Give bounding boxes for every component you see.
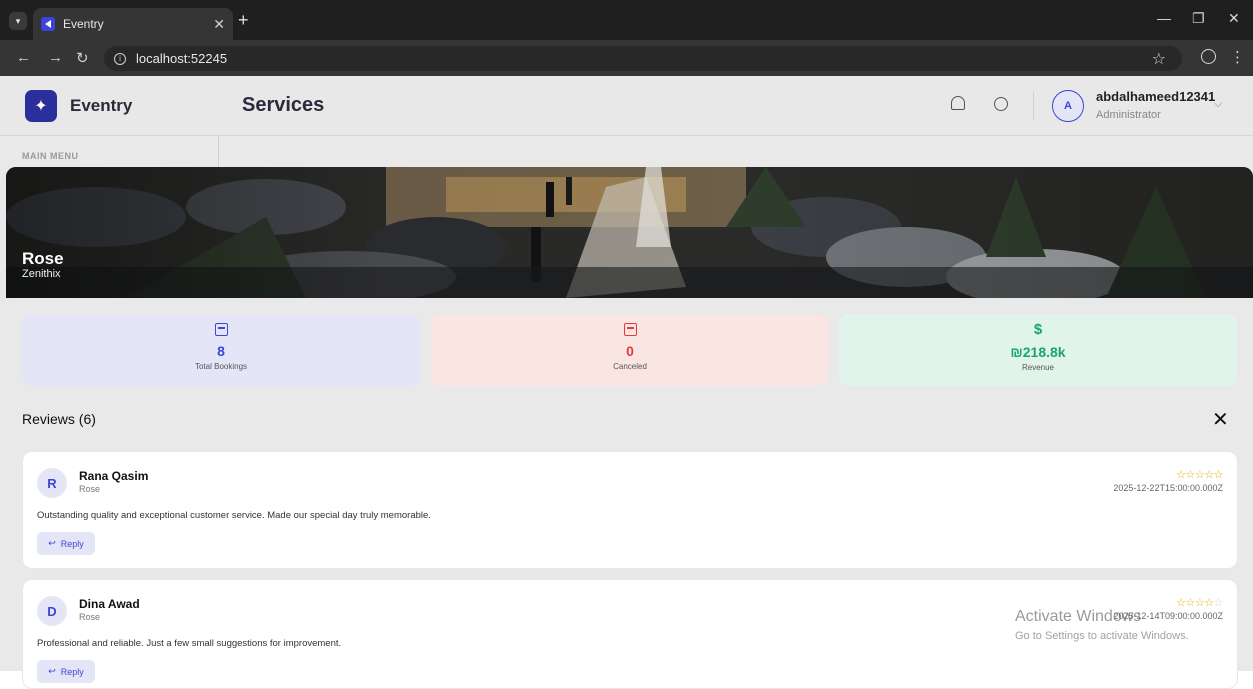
calendar-x-icon <box>623 323 637 336</box>
logo-text: Eventry <box>70 96 133 115</box>
rating-stars-icon: ☆☆☆☆☆ <box>1176 596 1223 609</box>
site-info-icon[interactable]: i <box>114 52 126 65</box>
service-name: Rose <box>22 249 64 268</box>
browser-tab-bar: ▾ Eventry ✕ + — ❐ ✕ <box>0 0 1253 40</box>
browser-tab[interactable]: Eventry ✕ <box>33 8 233 40</box>
stat-value: 8 <box>217 343 225 359</box>
calendar-check-icon <box>214 323 228 336</box>
eventry-favicon-icon <box>41 17 55 31</box>
close-icon[interactable]: ✕ <box>1212 407 1229 432</box>
header-divider <box>1033 92 1034 120</box>
hero-overlay <box>6 167 1253 298</box>
activate-windows-subtitle: Go to Settings to activate Windows. <box>1015 630 1189 642</box>
user-avatar[interactable]: A <box>1052 90 1084 122</box>
browser-menu-icon[interactable]: ⋮ <box>1230 48 1245 66</box>
user-name[interactable]: abdalhameed12341 <box>1096 89 1215 104</box>
stat-value: 0 <box>626 343 634 359</box>
review-text: Outstanding quality and exceptional cust… <box>37 510 431 521</box>
reply-button[interactable]: ↩ Reply <box>37 532 95 555</box>
reply-arrow-icon: ↩ <box>48 666 56 676</box>
stat-total-bookings: 8 Total Bookings <box>22 314 420 386</box>
reviews-title: Reviews (6) <box>22 411 96 427</box>
main-menu-label: MAIN MENU <box>22 151 79 161</box>
stat-canceled: 0 Canceled <box>431 314 829 386</box>
minimize-icon[interactable]: — <box>1157 10 1171 26</box>
reviewer-name: Rana Qasim <box>79 469 149 483</box>
stat-value: ₪218.8k <box>1010 344 1066 360</box>
review-text: Professional and reliable. Just a few sm… <box>37 638 342 649</box>
stat-label: Total Bookings <box>194 362 248 371</box>
reviewer-avatar: D <box>37 596 67 626</box>
dollar-icon: $ <box>1033 321 1043 338</box>
tab-search-icon[interactable]: ▾ <box>9 12 27 30</box>
service-hero-image: Rose Zenithix <box>6 167 1253 298</box>
page-title: Services <box>242 94 325 116</box>
tab-title: Eventry <box>63 17 104 31</box>
new-tab-icon[interactable]: + <box>238 10 249 31</box>
review-service: Rose <box>79 612 101 622</box>
profile-icon[interactable] <box>1201 49 1216 64</box>
address-bar[interactable]: i localhost:52245 ☆ <box>104 46 1182 71</box>
reviewer-name: Dina Awad <box>79 597 140 611</box>
browser-toolbar: ← → ↻ i localhost:52245 ☆ ⋮ <box>0 40 1253 76</box>
review-card: R Rana Qasim Rose ☆☆☆☆☆ 2025-12-22T15:00… <box>22 451 1238 569</box>
url-text: localhost:52245 <box>136 51 228 66</box>
stat-revenue: $ ₪218.8k Revenue <box>839 314 1237 386</box>
restore-icon[interactable]: ❐ <box>1192 10 1205 27</box>
app-header: ✦ Eventry Services A abdalhameed12341 Ad… <box>0 76 1253 136</box>
reply-arrow-icon: ↩ <box>48 538 56 548</box>
reply-label: Reply <box>60 538 84 549</box>
chat-icon[interactable] <box>994 97 1008 111</box>
reply-button[interactable]: ↩ Reply <box>37 660 95 683</box>
stat-label: Canceled <box>613 362 647 371</box>
rating-stars-icon: ☆☆☆☆☆ <box>1176 468 1223 481</box>
stars-filled: ☆☆☆☆ <box>1176 597 1214 609</box>
user-role: Administrator <box>1096 109 1161 121</box>
vendor-name: Zenithix <box>22 268 61 280</box>
chevron-down-icon[interactable]: ⌵ <box>1214 98 1222 111</box>
reviewer-avatar: R <box>37 468 67 498</box>
stars-empty: ☆ <box>1213 597 1224 609</box>
reload-icon[interactable]: ↻ <box>76 49 89 67</box>
bookmark-star-icon[interactable]: ☆ <box>1152 49 1166 69</box>
tab-close-icon[interactable]: ✕ <box>213 16 225 33</box>
reply-label: Reply <box>60 666 84 677</box>
forward-icon[interactable]: → <box>48 49 63 66</box>
eventry-logo-icon: ✦ <box>25 90 57 122</box>
back-icon[interactable]: ← <box>16 49 31 66</box>
notification-bell-icon[interactable] <box>951 96 965 110</box>
window-close-icon[interactable]: ✕ <box>1228 10 1240 27</box>
stat-label: Revenue <box>1021 363 1055 372</box>
activate-windows-title: Activate Windows <box>1015 608 1142 625</box>
review-date: 2025-12-22T15:00:00.000Z <box>1113 483 1223 493</box>
stars-filled: ☆☆☆☆☆ <box>1176 469 1223 481</box>
review-service: Rose <box>79 484 101 494</box>
